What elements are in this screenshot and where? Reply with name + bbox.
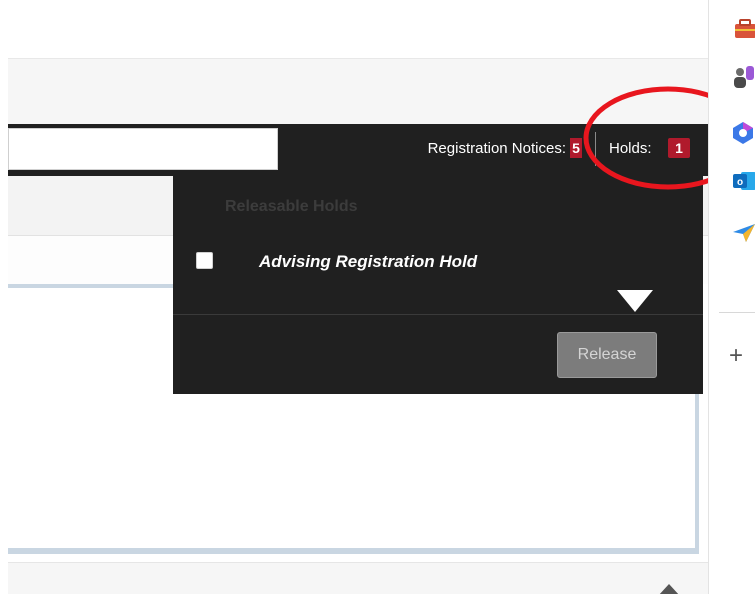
registration-notices-label[interactable]: Registration Notices:: [428, 140, 566, 157]
outlook-icon[interactable]: o: [729, 168, 755, 194]
scroll-up-icon[interactable]: [658, 584, 680, 594]
releasable-holds-heading: Releasable Holds: [225, 198, 358, 215]
top-bar: [0, 0, 708, 58]
release-button[interactable]: Release: [557, 332, 657, 378]
dropdown-divider: [173, 314, 703, 315]
svg-text:o: o: [737, 177, 743, 188]
side-rail: o +: [708, 0, 755, 594]
rail-divider: [719, 312, 755, 313]
search-input[interactable]: [8, 128, 278, 170]
expand-triangle-icon[interactable]: [617, 290, 653, 312]
hold-checkbox[interactable]: [196, 252, 213, 269]
holds-dropdown: Releasable Holds Advising Registration H…: [173, 176, 703, 394]
send-icon[interactable]: [729, 220, 755, 246]
briefcase-icon[interactable]: [729, 16, 755, 42]
people-icon[interactable]: [729, 64, 755, 90]
copilot-icon[interactable]: [729, 120, 755, 146]
hold-item-label[interactable]: Advising Registration Hold: [259, 252, 477, 272]
footer-bar: [8, 562, 708, 594]
plus-icon[interactable]: +: [729, 344, 743, 368]
